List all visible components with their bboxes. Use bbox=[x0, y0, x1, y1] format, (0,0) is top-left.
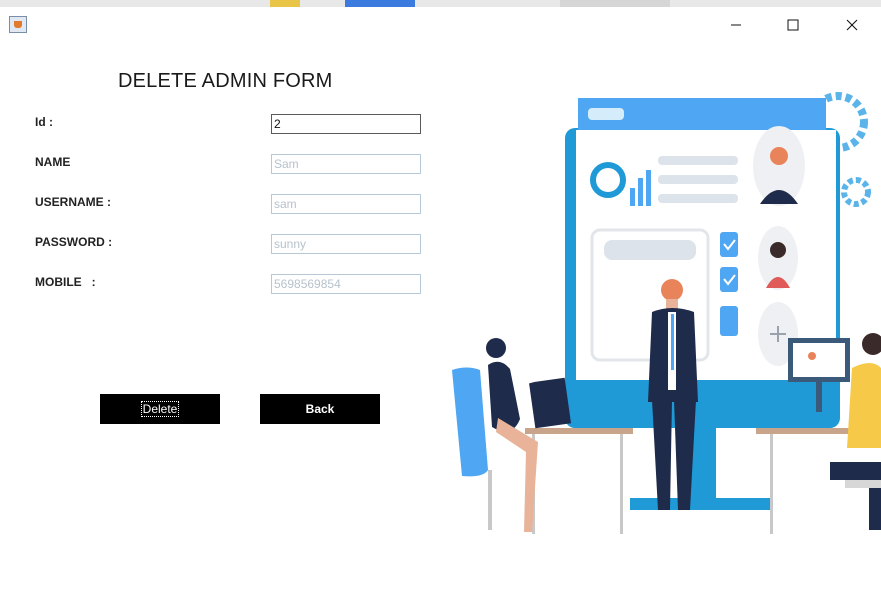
minimize-icon bbox=[731, 24, 741, 26]
password-label: PASSWORD : bbox=[35, 235, 113, 249]
name-field[interactable] bbox=[271, 154, 421, 174]
maximize-icon bbox=[787, 19, 799, 31]
gear-icon bbox=[841, 177, 871, 207]
back-button[interactable]: Back bbox=[260, 394, 380, 424]
close-icon bbox=[846, 19, 858, 31]
mobile-field[interactable] bbox=[271, 274, 421, 294]
desktop-strip bbox=[0, 0, 881, 7]
back-button-label: Back bbox=[305, 402, 335, 416]
username-field[interactable] bbox=[271, 194, 421, 214]
minimize-button[interactable] bbox=[713, 14, 759, 36]
maximize-button[interactable] bbox=[770, 14, 816, 36]
delete-button[interactable]: Delete bbox=[100, 394, 220, 424]
id-label: Id : bbox=[35, 115, 53, 129]
admin-dashboard-illustration bbox=[452, 92, 881, 534]
id-field[interactable] bbox=[271, 114, 421, 134]
form-title: DELETE ADMIN FORM bbox=[118, 70, 333, 92]
name-label: NAME bbox=[35, 155, 71, 169]
delete-button-label: Delete bbox=[140, 401, 180, 417]
username-label: USERNAME : bbox=[35, 195, 112, 209]
close-button[interactable] bbox=[829, 14, 875, 36]
password-field[interactable] bbox=[271, 234, 421, 254]
java-cup-icon bbox=[9, 16, 27, 33]
mobile-label: MOBILE : bbox=[35, 275, 96, 289]
title-bar bbox=[0, 7, 881, 43]
